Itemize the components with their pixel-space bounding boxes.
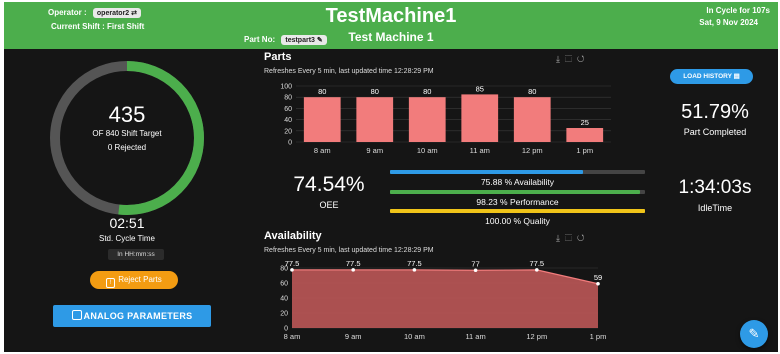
shift-count: 435: [108, 102, 146, 127]
bar: [408, 97, 446, 142]
data-label: 77.5: [346, 259, 361, 268]
x-tick-label: 1 pm: [576, 146, 593, 155]
bar: [356, 97, 394, 142]
shift-target-text: OF 840 Shift Target: [92, 129, 162, 138]
x-tick-label: 9 am: [366, 146, 383, 155]
y-tick-label: 40: [280, 296, 288, 303]
bar: [461, 94, 499, 142]
data-label: 77.5: [529, 259, 544, 268]
quality-bar-label: 100.00 % Quality: [485, 216, 550, 226]
part-completed-value: 51.79%: [681, 101, 749, 123]
pencil-icon: ✎: [748, 326, 760, 341]
bar-value-label: 80: [528, 87, 536, 96]
parts-chart-title: Parts: [264, 51, 292, 63]
part-completed-label: Part Completed: [683, 127, 747, 137]
performance-bar: [390, 190, 645, 194]
data-label: 77: [471, 259, 479, 268]
y-tick-label: 20: [284, 128, 292, 135]
bar-value-label: 80: [318, 87, 326, 96]
history-icon: ▤: [733, 73, 740, 80]
zoom-icon[interactable]: ⬚: [565, 233, 577, 243]
idle-time-value: 1:34:03s: [678, 177, 752, 198]
rejected-text: 0 Rejected: [107, 143, 147, 152]
x-tick-label: 11 am: [470, 146, 490, 155]
x-tick-label: 1 pm: [590, 332, 607, 341]
availability-bar: [390, 170, 645, 174]
analog-parameters-label: ANALOG PARAMETERS: [83, 311, 193, 321]
performance-bar-label: 98.23 % Performance: [476, 197, 559, 207]
availability-bar-fill: [390, 170, 584, 174]
cycle-status: In Cycle for 107s: [706, 6, 770, 15]
parts-bar-chart: 0 20 40 60 80 100 80 8 am 80 9 am 80 10 am 85 11 am 80…: [280, 84, 611, 155]
availability-area: [292, 269, 598, 328]
bar-value-label: 80: [423, 87, 431, 96]
dashboard: Operator : operator2 ⇄ Current Shift : F…: [4, 2, 778, 352]
x-tick-label: 11 am: [465, 332, 485, 341]
x-tick-label: 9 am: [345, 332, 362, 341]
header-bar: Operator : operator2 ⇄ Current Shift : F…: [4, 2, 778, 49]
std-cycle-time-value: 02:51: [109, 215, 145, 231]
data-point: [535, 268, 539, 272]
x-tick-label: 12 pm: [526, 332, 547, 341]
y-tick-label: 60: [284, 106, 292, 113]
bar-value-label: 80: [371, 87, 379, 96]
availability-area-chart: 02040608077.58 am77.59 am77.510 am7711 a…: [280, 259, 607, 341]
bar-value-label: 25: [581, 118, 589, 127]
reject-icon: !: [106, 278, 116, 288]
machine-title: TestMachine1: [325, 5, 457, 27]
y-tick-label: 20: [280, 311, 288, 318]
download-icon[interactable]: ⤓: [556, 233, 565, 243]
x-tick-label: 8 am: [314, 146, 331, 155]
bar: [303, 97, 341, 142]
machine-subtitle: Test Machine 1: [348, 30, 434, 44]
parts-refresh-text: Refreshes Every 5 min, last updated time…: [264, 68, 434, 75]
quality-bar: [390, 209, 645, 213]
x-tick-label: 12 pm: [522, 146, 543, 155]
data-label: 59: [594, 273, 602, 282]
download-icon[interactable]: ⤓: [556, 54, 565, 64]
bar: [566, 128, 604, 142]
reset-icon[interactable]: ↺: [577, 54, 590, 64]
reset-icon[interactable]: ↺: [577, 233, 590, 243]
y-tick-label: 60: [280, 281, 288, 288]
data-label: 77.5: [407, 259, 422, 268]
x-tick-label: 8 am: [284, 332, 301, 341]
load-history-label: LOAD HISTORY: [683, 73, 732, 80]
oee-value: 74.54%: [293, 173, 365, 196]
availability-chart-title: Availability: [264, 230, 322, 242]
parameters-icon: [71, 310, 82, 320]
y-tick-label: 80: [284, 95, 292, 102]
reject-parts-label: Reject Parts: [118, 275, 162, 284]
y-tick-label: 40: [284, 117, 292, 124]
load-history-button[interactable]: LOAD HISTORY ▤: [670, 69, 753, 84]
availability-chart-toolbar: ⤓⬚↺: [556, 233, 590, 244]
time-format-chip: In HH:mm:ss: [108, 249, 164, 260]
data-point: [290, 268, 294, 272]
oee-label: OEE: [319, 200, 339, 210]
data-point: [473, 268, 478, 273]
data-point: [596, 281, 600, 286]
quality-bar-fill: [390, 209, 645, 213]
data-label: 77.5: [285, 259, 300, 268]
y-tick-label: 100: [280, 84, 292, 91]
data-point: [412, 268, 417, 272]
y-tick-label: 0: [288, 140, 292, 147]
bar: [513, 97, 551, 142]
shift-target-gauge: [50, 61, 204, 215]
availability-bar-label: 75.88 % Availability: [480, 177, 555, 187]
data-point: [351, 268, 355, 272]
zoom-icon[interactable]: ⬚: [565, 54, 577, 64]
x-tick-label: 10 am: [417, 146, 438, 155]
idle-time-label: IdleTime: [697, 203, 733, 213]
current-date: Sat, 9 Nov 2024: [699, 18, 758, 27]
x-tick-label: 10 am: [404, 332, 425, 341]
edit-fab-button[interactable]: ✎: [740, 320, 768, 348]
analog-parameters-button[interactable]: ANALOG PARAMETERS: [53, 305, 211, 327]
parts-chart-toolbar: ⤓⬚↺: [556, 54, 590, 65]
availability-refresh-text: Refreshes Every 5 min, last updated time…: [264, 247, 434, 254]
reject-parts-button[interactable]: ! Reject Parts: [90, 271, 178, 289]
performance-bar-fill: [390, 190, 641, 194]
std-cycle-time-label: Std. Cycle Time: [98, 234, 155, 243]
bar-value-label: 85: [476, 84, 484, 93]
